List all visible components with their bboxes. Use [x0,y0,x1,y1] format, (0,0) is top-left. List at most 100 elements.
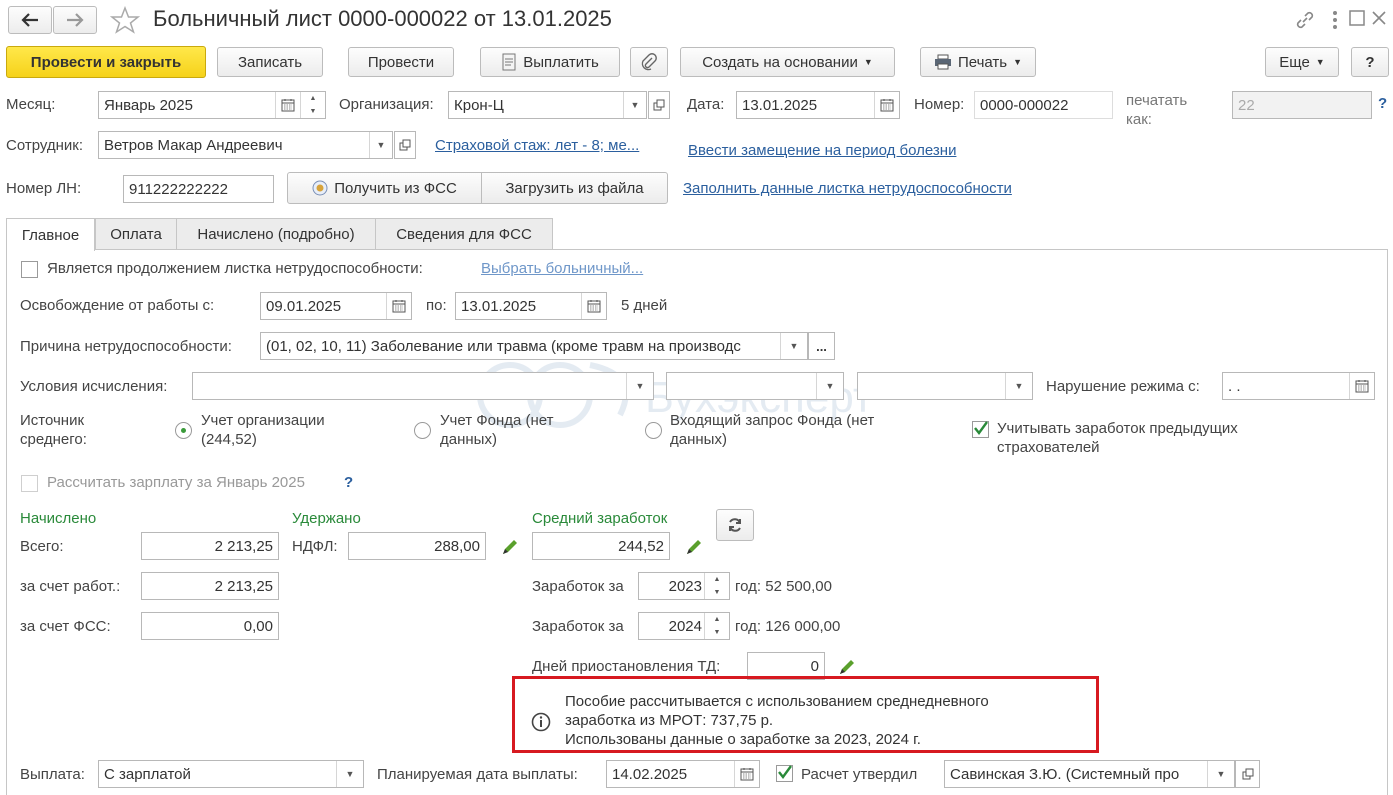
pay-button[interactable]: Выплатить [480,47,620,77]
month-stepper[interactable]: ▲ ▼ [300,92,325,118]
choose-sick-leave-link[interactable]: Выбрать больничный... [481,260,643,277]
help-question[interactable]: ? [1378,95,1387,112]
close-icon[interactable] [1371,10,1387,26]
fss-field[interactable]: 0,00 [141,612,279,640]
more-label: Еще [1279,53,1310,71]
tab-payment[interactable]: Оплата [95,218,177,250]
chevron-down-icon[interactable]: ▼ [1207,761,1234,787]
print-as-label: печатать [1126,92,1188,109]
create-based-button[interactable]: Создать на основании ▼ [680,47,895,77]
edit-average-pencil-icon[interactable] [684,537,704,557]
more-button[interactable]: Еще ▼ [1265,47,1339,77]
total-field[interactable]: 2 213,25 [141,532,279,560]
release-from-field[interactable]: 09.01.2025 [260,292,412,320]
chevron-down-icon[interactable]: ▼ [336,761,363,787]
calendar-icon[interactable] [874,92,899,118]
tab-main[interactable]: Главное [6,218,95,251]
org-field[interactable]: Крон-Ц ▼ [448,91,647,119]
conditions-field-3[interactable]: ▼ [857,372,1033,400]
calendar-icon[interactable] [581,293,606,319]
payout-field[interactable]: С зарплатой ▼ [98,760,364,788]
refresh-icon [729,518,741,532]
chevron-down-icon[interactable]: ▼ [816,373,843,399]
year2-stepper[interactable]: ▲ ▼ [704,613,729,639]
insurance-link[interactable]: Страховой стаж: лет - 8; ме... [435,137,639,154]
edit-suspension-pencil-icon[interactable] [837,657,857,677]
calendar-icon[interactable] [275,92,300,118]
edit-ndfl-pencil-icon[interactable] [500,537,520,557]
print-button[interactable]: Печать ▼ [920,47,1036,77]
save-button[interactable]: Записать [217,47,323,77]
favorite-star-icon[interactable] [110,6,140,34]
calendar-icon[interactable] [386,293,411,319]
days-count: 5 дней [621,297,668,314]
chevron-down-icon[interactable]: ▼ [369,132,392,158]
link-icon[interactable] [1294,9,1316,31]
attach-button[interactable] [630,47,668,77]
ndfl-field[interactable]: 288,00 [348,532,486,560]
forward-button[interactable] [53,6,97,34]
tab-accrued-details[interactable]: Начислено (подробно) [176,218,376,250]
back-button[interactable] [8,6,52,34]
number-field[interactable]: 0000-000022 [974,91,1113,119]
print-as-value: 22 [1238,96,1255,114]
planned-date-field[interactable]: 14.02.2025 [606,760,760,788]
conditions-field-2[interactable]: ▼ [666,372,844,400]
conditions-label: Условия исчисления: [20,378,168,395]
date-label: Дата: [687,96,725,113]
continuation-checkbox[interactable] [21,261,38,278]
employer-field[interactable]: 2 213,25 [141,572,279,600]
ln-field[interactable]: 911222222222 [123,175,274,203]
average-field[interactable]: 244,52 [532,532,670,560]
help-button[interactable]: ? [1351,47,1389,77]
approved-by-field[interactable]: Савинская З.Ю. (Системный про ▼ [944,760,1235,788]
reason-more-button[interactable]: ... [808,332,835,360]
get-fss-button[interactable]: Получить из ФСС [287,172,482,204]
maximize-icon[interactable] [1349,10,1365,26]
chevron-down-icon[interactable]: ▼ [780,333,807,359]
radio-fund-label-2: данных) [440,431,497,448]
refresh-button[interactable] [716,509,754,541]
release-to-field[interactable]: 13.01.2025 [455,292,607,320]
earnings-label-1: Заработок за [532,578,624,595]
open-approver-button[interactable] [1235,760,1260,788]
violation-field[interactable]: . . [1222,372,1375,400]
chevron-down-icon[interactable]: ▼ [1005,373,1032,399]
checkmark-icon [974,421,988,435]
reason-field[interactable]: (01, 02, 10, 11) Заболевание или травма … [260,332,808,360]
year1-field[interactable]: 2023 ▲ ▼ [638,572,730,600]
radio-incoming-label-2: данных) [670,431,727,448]
recalc-checkbox[interactable] [21,475,38,492]
post-button[interactable]: Провести [348,47,454,77]
continuation-label: Является продолжением листка нетрудоспос… [47,260,423,277]
org-label: Организация: [339,96,434,113]
employee-field[interactable]: Ветров Макар Андреевич ▼ [98,131,393,159]
radio-fund-accounting[interactable] [414,422,431,439]
replacement-link[interactable]: Ввести замещение на период болезни [688,142,956,159]
calendar-icon[interactable] [1349,373,1374,399]
post-and-close-button[interactable]: Провести и закрыть [6,46,206,78]
month-field[interactable]: Январь 2025 ▲ ▼ [98,91,326,119]
radio-org-accounting[interactable] [175,422,192,439]
prev-insurers-checkbox[interactable] [972,421,989,438]
year2-field[interactable]: 2024 ▲ ▼ [638,612,730,640]
recalc-help[interactable]: ? [344,474,353,491]
month-label: Месяц: [6,96,56,113]
suspension-label: Дней приостановления ТД: [532,658,721,675]
more-menu-icon[interactable] [1330,8,1340,32]
print-as-field[interactable]: 22 [1232,91,1372,119]
year1-stepper[interactable]: ▲ ▼ [704,573,729,599]
calendar-icon[interactable] [734,761,759,787]
radio-incoming-request[interactable] [645,422,662,439]
open-employee-button[interactable] [394,131,416,159]
pay-button-label: Выплатить [523,53,599,71]
conditions-field-1[interactable]: ▼ [192,372,654,400]
open-org-button[interactable] [648,91,670,119]
chevron-down-icon[interactable]: ▼ [626,373,653,399]
tab-fss-info[interactable]: Сведения для ФСС [375,218,553,250]
chevron-down-icon[interactable]: ▼ [623,92,646,118]
load-file-button[interactable]: Загрузить из файла [481,172,668,204]
approved-checkbox[interactable] [776,765,793,782]
fill-data-link[interactable]: Заполнить данные листка нетрудоспособнос… [683,180,1012,197]
date-field[interactable]: 13.01.2025 [736,91,900,119]
